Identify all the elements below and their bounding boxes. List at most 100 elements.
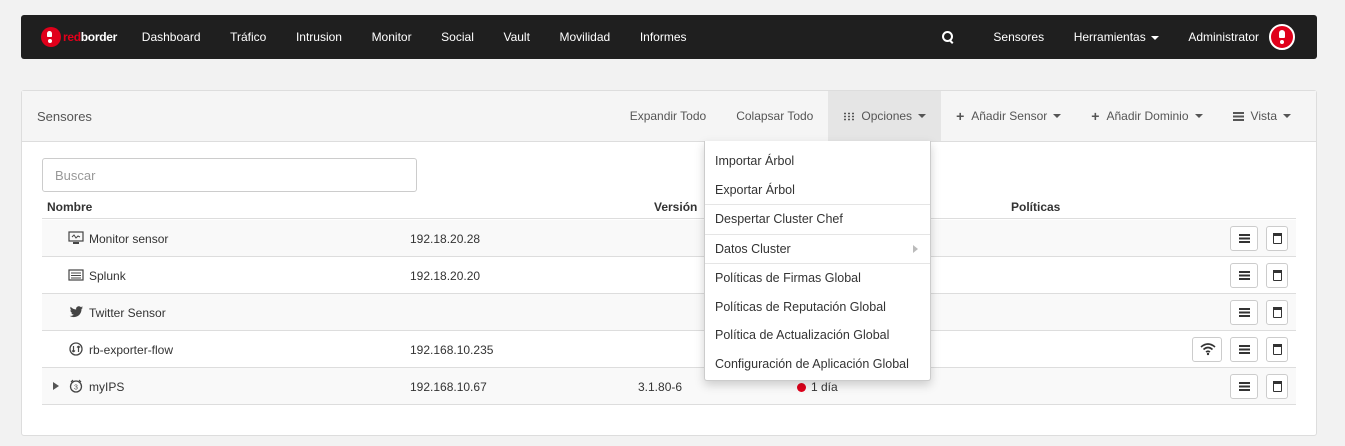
brand-name-red: red — [63, 30, 81, 44]
monitor-icon — [68, 231, 84, 244]
list-button[interactable] — [1230, 226, 1258, 251]
list-icon — [1239, 308, 1250, 317]
delete-button[interactable] — [1266, 300, 1288, 325]
plus-icon: + — [1091, 108, 1100, 124]
panel-toolbar: Expandir Todo Colapsar Todo Opciones + A… — [615, 91, 1306, 141]
nav-movilidad[interactable]: Movilidad — [545, 30, 625, 44]
sensor-name[interactable]: myIPS — [89, 380, 124, 394]
sensor-name[interactable]: Twitter Sensor — [89, 306, 166, 320]
expand-all-button[interactable]: Expandir Todo — [615, 91, 722, 141]
user-avatar[interactable] — [1269, 24, 1295, 50]
sensor-ip: 192.168.10.235 — [410, 343, 494, 357]
nav-dashboard[interactable]: Dashboard — [127, 30, 215, 44]
delete-button[interactable] — [1266, 226, 1288, 251]
sensor-ip: 192.168.10.67 — [410, 380, 487, 394]
options-dropdown-button[interactable]: Opciones — [828, 91, 942, 141]
add-sensor-button[interactable]: + Añadir Sensor — [941, 91, 1076, 141]
menu-item-export-tree[interactable]: Exportar Árbol — [705, 176, 930, 205]
sensor-status-text: 1 día — [811, 380, 838, 394]
options-dropdown-menu: Importar Árbol Exportar Árbol Despertar … — [704, 141, 931, 381]
trash-icon — [1273, 344, 1282, 355]
status-dot-icon — [797, 383, 806, 392]
plus-icon: + — [956, 108, 965, 124]
trash-icon — [1273, 270, 1282, 281]
list-icon — [1239, 345, 1250, 354]
sensor-name[interactable]: rb-exporter-flow — [89, 343, 173, 357]
list-icon — [1232, 111, 1244, 121]
nav-herramientas[interactable]: Herramientas — [1059, 30, 1174, 44]
add-sensor-label: Añadir Sensor — [971, 109, 1048, 123]
column-header-politicas: Políticas — [1011, 200, 1061, 214]
delete-button[interactable] — [1266, 374, 1288, 399]
sensors-panel: Sensores Expandir Todo Colapsar Todo Opc… — [21, 90, 1317, 436]
nav-trafico[interactable]: Tráfico — [215, 30, 281, 44]
list-button[interactable] — [1230, 337, 1258, 362]
caret-down-icon — [918, 114, 927, 118]
sensor-status: 1 día — [797, 380, 838, 394]
sensor-name[interactable]: Splunk — [89, 269, 126, 283]
wifi-button[interactable] — [1192, 337, 1222, 362]
nav-sensores[interactable]: Sensores — [979, 30, 1059, 44]
trash-icon — [1273, 381, 1282, 392]
options-label: Opciones — [861, 109, 913, 123]
wifi-icon — [1200, 342, 1216, 359]
list-icon — [1239, 382, 1250, 391]
sensor-ip: 192.18.20.20 — [410, 269, 481, 283]
table-row[interactable]: 3 myIPS 192.168.10.67 3.1.80-6 1 día — [42, 368, 1296, 405]
redborder-logo-icon — [41, 27, 61, 47]
sensor-ip: 192.18.20.28 — [410, 232, 481, 246]
add-domain-label: Añadir Dominio — [1106, 109, 1189, 123]
search-icon[interactable] — [937, 27, 961, 47]
sensor-version: 3.1.80-6 — [638, 380, 683, 394]
expand-arrow-icon[interactable] — [53, 382, 59, 390]
brand-logo[interactable]: red border — [41, 27, 117, 47]
splunk-icon — [68, 269, 84, 281]
delete-button[interactable] — [1266, 263, 1288, 288]
menu-item-wake-cluster-chef[interactable]: Despertar Cluster Chef — [705, 205, 930, 234]
nav-administrator[interactable]: Administrator — [1174, 30, 1259, 44]
trash-icon — [1273, 233, 1282, 244]
caret-down-icon — [1053, 114, 1062, 118]
nav-intrusion[interactable]: Intrusion — [281, 30, 357, 44]
nav-monitor[interactable]: Monitor — [357, 30, 427, 44]
panel-heading: Sensores Expandir Todo Colapsar Todo Opc… — [22, 91, 1316, 142]
nav-vault[interactable]: Vault — [489, 30, 545, 44]
menu-item-cluster-data-label: Datos Cluster — [715, 241, 791, 256]
menu-item-import-tree[interactable]: Importar Árbol — [705, 147, 930, 176]
view-dropdown-button[interactable]: Vista — [1218, 91, 1306, 141]
panel-title: Sensores — [37, 108, 92, 124]
menu-item-cluster-data[interactable]: Datos Cluster — [705, 235, 930, 264]
list-icon — [1239, 271, 1250, 280]
nav-informes[interactable]: Informes — [625, 30, 701, 44]
table-row[interactable]: Monitor sensor 192.18.20.28 — [42, 220, 1296, 257]
nav-herramientas-label: Herramientas — [1073, 30, 1146, 44]
add-domain-button[interactable]: + Añadir Dominio — [1076, 91, 1217, 141]
top-navbar: red border Dashboard Tráfico Intrusion Mo… — [21, 15, 1317, 59]
ips-icon: 3 — [69, 379, 83, 393]
flow-icon — [69, 342, 83, 356]
table-header: Nombre Versión Políticas — [42, 195, 1296, 219]
collapse-all-button[interactable]: Colapsar Todo — [721, 91, 828, 141]
menu-item-reputation-policies[interactable]: Políticas de Reputación Global — [705, 293, 930, 322]
table-row[interactable]: Splunk 192.18.20.20 — [42, 257, 1296, 294]
list-button[interactable] — [1230, 374, 1258, 399]
search-input[interactable] — [42, 158, 417, 192]
grid-icon — [843, 111, 855, 121]
list-button[interactable] — [1230, 263, 1258, 288]
delete-button[interactable] — [1266, 337, 1288, 362]
nav-social[interactable]: Social — [426, 30, 488, 44]
column-header-version: Versión — [654, 200, 698, 214]
twitter-icon — [69, 306, 83, 318]
table-row[interactable]: Twitter Sensor — [42, 294, 1296, 331]
table-row[interactable]: rb-exporter-flow 192.168.10.235 — [42, 331, 1296, 368]
menu-item-app-config[interactable]: Configuración de Aplicación Global — [705, 350, 930, 379]
menu-item-update-policy[interactable]: Política de Actualización Global — [705, 321, 930, 350]
sensor-name[interactable]: Monitor sensor — [89, 232, 168, 246]
list-button[interactable] — [1230, 300, 1258, 325]
submenu-arrow-icon — [913, 244, 918, 253]
list-icon — [1239, 234, 1250, 243]
brand-name-white: border — [80, 30, 118, 44]
view-label: Vista — [1250, 109, 1277, 123]
menu-item-signature-policies[interactable]: Políticas de Firmas Global — [705, 264, 930, 293]
svg-text:3: 3 — [74, 385, 78, 392]
